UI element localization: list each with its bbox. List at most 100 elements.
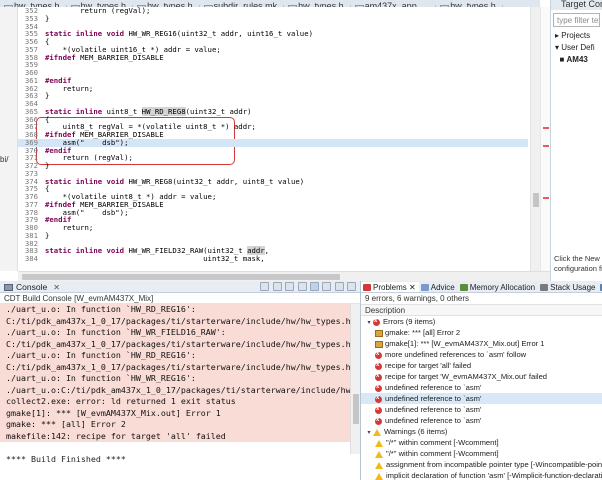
code-line[interactable]: 353}	[18, 13, 528, 23]
problem-row[interactable]: undefined reference to `asm'	[361, 404, 602, 415]
code-token: return (regVal);	[45, 153, 133, 163]
error-marker[interactable]	[543, 127, 549, 129]
clear-console-button[interactable]	[260, 282, 270, 291]
code-line[interactable]: 360	[18, 69, 528, 77]
console-tab[interactable]: Console ✕	[0, 281, 360, 293]
pin-console-button[interactable]	[297, 282, 307, 291]
problem-text: Errors (9 items)	[383, 317, 436, 326]
code-line[interactable]: 379 #endif	[18, 216, 528, 224]
problem-row[interactable]: gmake: *** [all] Error 2	[361, 327, 602, 338]
scroll-lock-button[interactable]	[272, 282, 282, 291]
problem-row[interactable]: more undefined references to `asm' follo…	[361, 349, 602, 360]
tab-sea[interactable]: Sea	[598, 282, 602, 292]
console-line: gmake: *** [all] Error 2	[0, 419, 350, 431]
console-line: C:/ti/pdk_am437x_1_0_17/packages/ti/star…	[0, 361, 350, 373]
maximize-button[interactable]	[347, 282, 356, 291]
tab-label: Memory Allocation	[469, 283, 536, 292]
problem-row[interactable]: undefined reference to `asm'	[361, 415, 602, 426]
problem-row[interactable]: implicit declaration of function 'asm' […	[361, 470, 602, 480]
problem-text: assignment from incompatible pointer typ…	[386, 460, 602, 469]
code-line[interactable]: 369 asm(" dsb");	[18, 138, 528, 147]
console-line: C:/ti/pdk_am437x_1_0_17/packages/ti/star…	[0, 315, 350, 327]
expand-toggle-icon[interactable]: ▾	[365, 428, 373, 437]
problem-text: undefined reference to `asm'	[385, 394, 482, 403]
filter-input[interactable]: type filter text	[553, 13, 600, 27]
help-note: Click the New b configuration fil	[554, 254, 602, 273]
problem-row[interactable]: "/*" within comment [-Wcomment]	[361, 448, 602, 459]
code-editor[interactable]: 352 return (regVal); 353} 354 355 static inl…	[18, 7, 540, 271]
code-line[interactable]: 381}	[18, 231, 528, 240]
code-token: static inline void	[45, 176, 125, 186]
console-line	[0, 442, 350, 454]
problem-row[interactable]: undefined reference to `asm'	[361, 382, 602, 393]
code-line[interactable]: 358 #ifndef MEM_BARRIER_DISABLE	[18, 53, 528, 62]
problem-text: more undefined references to `asm' follo…	[385, 350, 527, 359]
code-token: }	[45, 13, 50, 23]
code-line[interactable]: 378 asm(" dsb");	[18, 208, 528, 217]
code-line[interactable]: 359	[18, 61, 528, 69]
code-line[interactable]: 362 return;	[18, 83, 528, 93]
problem-row[interactable]: "/*" within comment [-Wcomment]	[361, 437, 602, 448]
minimize-button[interactable]	[334, 282, 344, 291]
tab-label: Advice	[430, 283, 455, 292]
close-icon[interactable]: ✕	[407, 283, 416, 292]
console-line: ./uart_u.o: In function `HW_RD_REG16':	[0, 350, 350, 362]
scroll-thumb[interactable]	[353, 394, 359, 424]
console-line: collect2.exe: error: ld returned 1 exit …	[0, 396, 350, 408]
error-marker[interactable]	[543, 145, 549, 147]
error-icon	[373, 316, 380, 327]
close-icon[interactable]: ✕	[53, 283, 60, 292]
scroll-thumb[interactable]	[22, 274, 340, 280]
code-token: static inline void	[45, 29, 125, 39]
problem-text: implicit declaration of function 'asm' […	[386, 471, 602, 480]
code-line[interactable]: 371 return (regVal);	[18, 154, 528, 162]
display-console-button[interactable]	[309, 282, 319, 291]
tree-item-user-defined[interactable]: ▾ User Defi	[551, 42, 602, 54]
scroll-thumb[interactable]	[533, 193, 539, 207]
error-icon	[375, 382, 382, 393]
tree-item-am43[interactable]: ■ AM43	[551, 54, 602, 66]
description-column-header[interactable]: Description	[361, 304, 602, 316]
problem-group[interactable]: ▾ Warnings (6 items)	[361, 426, 602, 437]
problem-row[interactable]: assignment from incompatible pointer typ…	[361, 459, 602, 470]
console-line: gmake[1]: *** [W_evmAM437X_Mix.out] Erro…	[0, 407, 350, 419]
code-line[interactable]: 374 static inline void HW_WR_REG8(uint32_…	[18, 176, 528, 186]
problems-view: Problems ✕ Advice Memory Allocation Stack U…	[361, 281, 602, 480]
tab-label: Stack Usage	[550, 283, 596, 292]
code-line[interactable]: 361 #endif	[18, 76, 528, 85]
warning-icon	[373, 428, 381, 436]
console-line: **** Build Finished ****	[0, 453, 350, 465]
problem-row[interactable]: recipe for target 'W_evmAM437X_Mix.out' …	[361, 371, 602, 382]
console-vertical-scrollbar[interactable]	[350, 304, 360, 454]
expand-toggle-icon[interactable]: ▾	[365, 318, 373, 327]
code-line[interactable]: 363}	[18, 92, 528, 100]
tree-item-projects[interactable]: ▸ Projects	[551, 30, 602, 42]
tab-advice[interactable]: Advice	[419, 282, 458, 292]
console-output[interactable]: ./uart_u.o: In function `HW_RD_REG16': C:…	[0, 304, 350, 480]
problem-text: "/*" within comment [-Wcomment]	[386, 449, 499, 458]
tab-problems[interactable]: Problems ✕	[361, 282, 419, 292]
code-line[interactable]: 384 uint32_t mask,	[18, 255, 528, 263]
problems-tab-bar: Problems ✕ Advice Memory Allocation Stack U…	[361, 281, 602, 293]
problem-row[interactable]: gmake[1]: *** [W_evmAM437X_Mix.out] Erro…	[361, 338, 602, 349]
overview-ruler	[540, 7, 550, 271]
open-console-button[interactable]	[322, 282, 332, 291]
tab-stack-usage[interactable]: Stack Usage	[538, 282, 598, 292]
problem-group[interactable]: ▾ Errors (9 items)	[361, 316, 602, 327]
error-icon	[375, 415, 382, 426]
code-line[interactable]: 355 static inline void HW_WR_REG16(uint32…	[18, 30, 528, 38]
editor-vertical-scrollbar[interactable]	[530, 7, 540, 271]
problem-row[interactable]: recipe for target 'all' failed	[361, 360, 602, 371]
code-token: return;	[45, 83, 94, 93]
problem-text: Warnings (6 items)	[384, 427, 448, 436]
problem-row[interactable]: undefined reference to `asm'	[361, 393, 602, 404]
console-view: Console ✕ CDT Build Console [W_evmAM437X_…	[0, 281, 361, 480]
tab-memory-allocation[interactable]: Memory Allocation	[458, 282, 538, 292]
code-line[interactable]: 365 static inline uint8_t HW_RD_REG8(uint…	[18, 106, 528, 116]
editor-horizontal-scrollbar[interactable]	[18, 271, 550, 281]
error-marker[interactable]	[543, 197, 549, 199]
code-line[interactable]: 372}	[18, 162, 528, 170]
word-wrap-button[interactable]	[285, 282, 295, 291]
code-line[interactable]: 380 return;	[18, 224, 528, 232]
code-line[interactable]: 352 return (regVal);	[18, 7, 528, 15]
